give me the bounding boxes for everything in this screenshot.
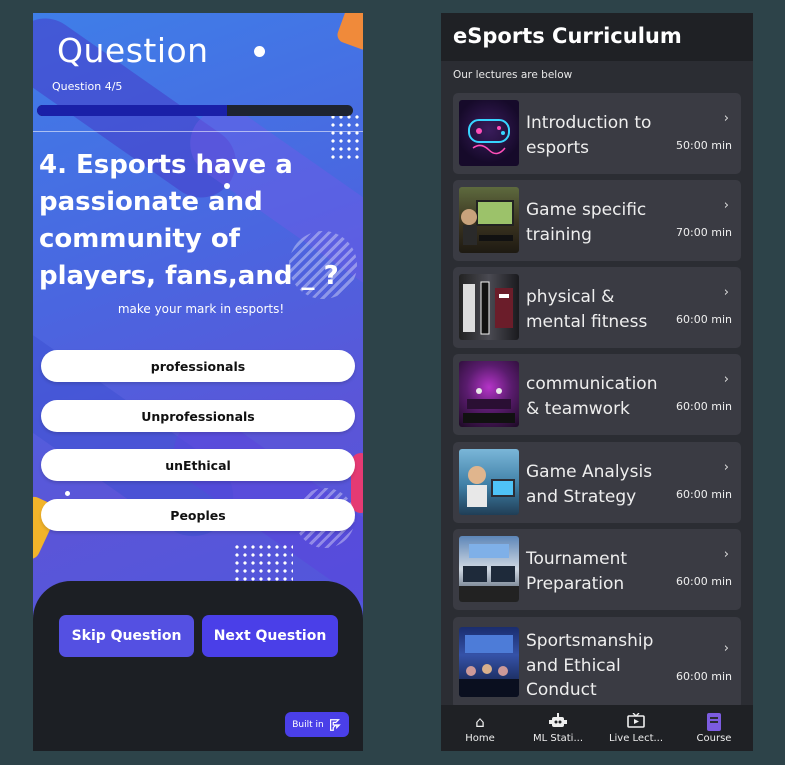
lecture-card[interactable]: Sportsmanship and Ethical Conduct › 60:0… [453, 617, 741, 709]
page-title: eSports Curriculum [453, 24, 682, 48]
app-bar: eSports Curriculum [441, 13, 753, 61]
decor-dot [65, 491, 70, 496]
nav-label: ML Stati... [532, 732, 583, 744]
built-in-label: Built in [292, 719, 324, 730]
nav-label: Course [696, 732, 732, 744]
chevron-right-icon: › [723, 372, 729, 387]
home-icon: ⌂ [475, 712, 485, 731]
answer-option[interactable]: unEthical [41, 449, 355, 481]
skip-question-button[interactable]: Skip Question [59, 615, 194, 657]
lecture-card[interactable]: physical & mental fitness › 60:00 min [453, 267, 741, 348]
quiz-title: Question [57, 31, 209, 70]
decor-dot [254, 46, 265, 57]
question-text: 4. Esports have a passionate and communi… [39, 150, 339, 291]
lecture-card[interactable]: Tournament Preparation › 60:00 min [453, 529, 741, 610]
gamepad-neon-icon [459, 100, 519, 166]
nav-label: Home [465, 732, 495, 744]
quiz-screen: Question Question 4/5 4. Esports have a … [33, 13, 363, 751]
curriculum-screen: eSports Curriculum Our lectures are belo… [441, 13, 753, 751]
quiz-progress-bar [37, 105, 353, 116]
book-icon [706, 712, 722, 731]
nav-item-course[interactable]: Course [675, 705, 753, 751]
chevron-right-icon: › [723, 547, 729, 562]
divider [33, 131, 363, 132]
flutterflow-logo-icon [329, 718, 341, 731]
question-counter: Question 4/5 [52, 80, 123, 93]
crowd-icon [459, 627, 519, 697]
lecture-card[interactable]: Game specific training › 70:00 min [453, 180, 741, 261]
decor-dots [233, 543, 293, 583]
nav-item-home[interactable]: ⌂ Home [441, 705, 519, 751]
chevron-right-icon: › [723, 641, 729, 656]
robot-icon [549, 712, 567, 731]
lecture-duration: 60:00 min [676, 400, 732, 413]
chevron-right-icon: › [723, 285, 729, 300]
gaming-desk-icon [459, 187, 519, 253]
lecture-title: communication & teamwork [526, 374, 658, 419]
question-subtitle: make your mark in esports! [117, 302, 285, 316]
nav-label: Live Lect... [608, 732, 664, 744]
lecture-duration: 60:00 min [676, 488, 732, 501]
lecture-title: Sportsmanship and Ethical Conduct [526, 631, 654, 700]
decor-orange-shape [335, 13, 363, 52]
lecture-duration: 50:00 min [676, 139, 732, 152]
progress-fill [37, 105, 227, 116]
chevron-right-icon: › [723, 111, 729, 126]
answer-option[interactable]: Unprofessionals [41, 400, 355, 432]
tv-icon [627, 712, 645, 731]
answer-option[interactable]: Peoples [41, 499, 355, 531]
nav-item-ml-stats[interactable]: ML Stati... [519, 705, 597, 751]
lecture-duration: 70:00 min [676, 226, 732, 239]
next-question-button[interactable]: Next Question [202, 615, 338, 657]
training-gym-icon [459, 274, 519, 340]
player-headset-icon [459, 449, 519, 515]
lecture-title: Introduction to esports [526, 113, 652, 158]
lecture-card[interactable]: Game Analysis and Strategy › 60:00 min [453, 442, 741, 523]
lecture-duration: 60:00 min [676, 575, 732, 588]
nav-item-live-lectures[interactable]: Live Lect... [597, 705, 675, 751]
lecture-title: Game specific training [526, 200, 647, 245]
stage-icon [459, 361, 519, 427]
bottom-nav: ⌂ Home ML Stati... Live Lect... Course [441, 705, 753, 751]
lecture-title: Game Analysis and Strategy [526, 462, 653, 507]
chevron-right-icon: › [723, 460, 729, 475]
lecture-title: Tournament Preparation [526, 549, 628, 594]
lecture-duration: 60:00 min [676, 670, 732, 683]
built-in-badge[interactable]: Built in [285, 712, 349, 737]
lecture-card[interactable]: Introduction to esports › 50:00 min [453, 93, 741, 174]
page-subtitle: Our lectures are below [453, 69, 573, 81]
lecture-duration: 60:00 min [676, 313, 732, 326]
answer-option[interactable]: professionals [41, 350, 355, 382]
lecture-card[interactable]: communication & teamwork › 60:00 min [453, 354, 741, 435]
lecture-title: physical & mental fitness [526, 287, 648, 332]
arena-icon [459, 536, 519, 602]
chevron-right-icon: › [723, 198, 729, 213]
